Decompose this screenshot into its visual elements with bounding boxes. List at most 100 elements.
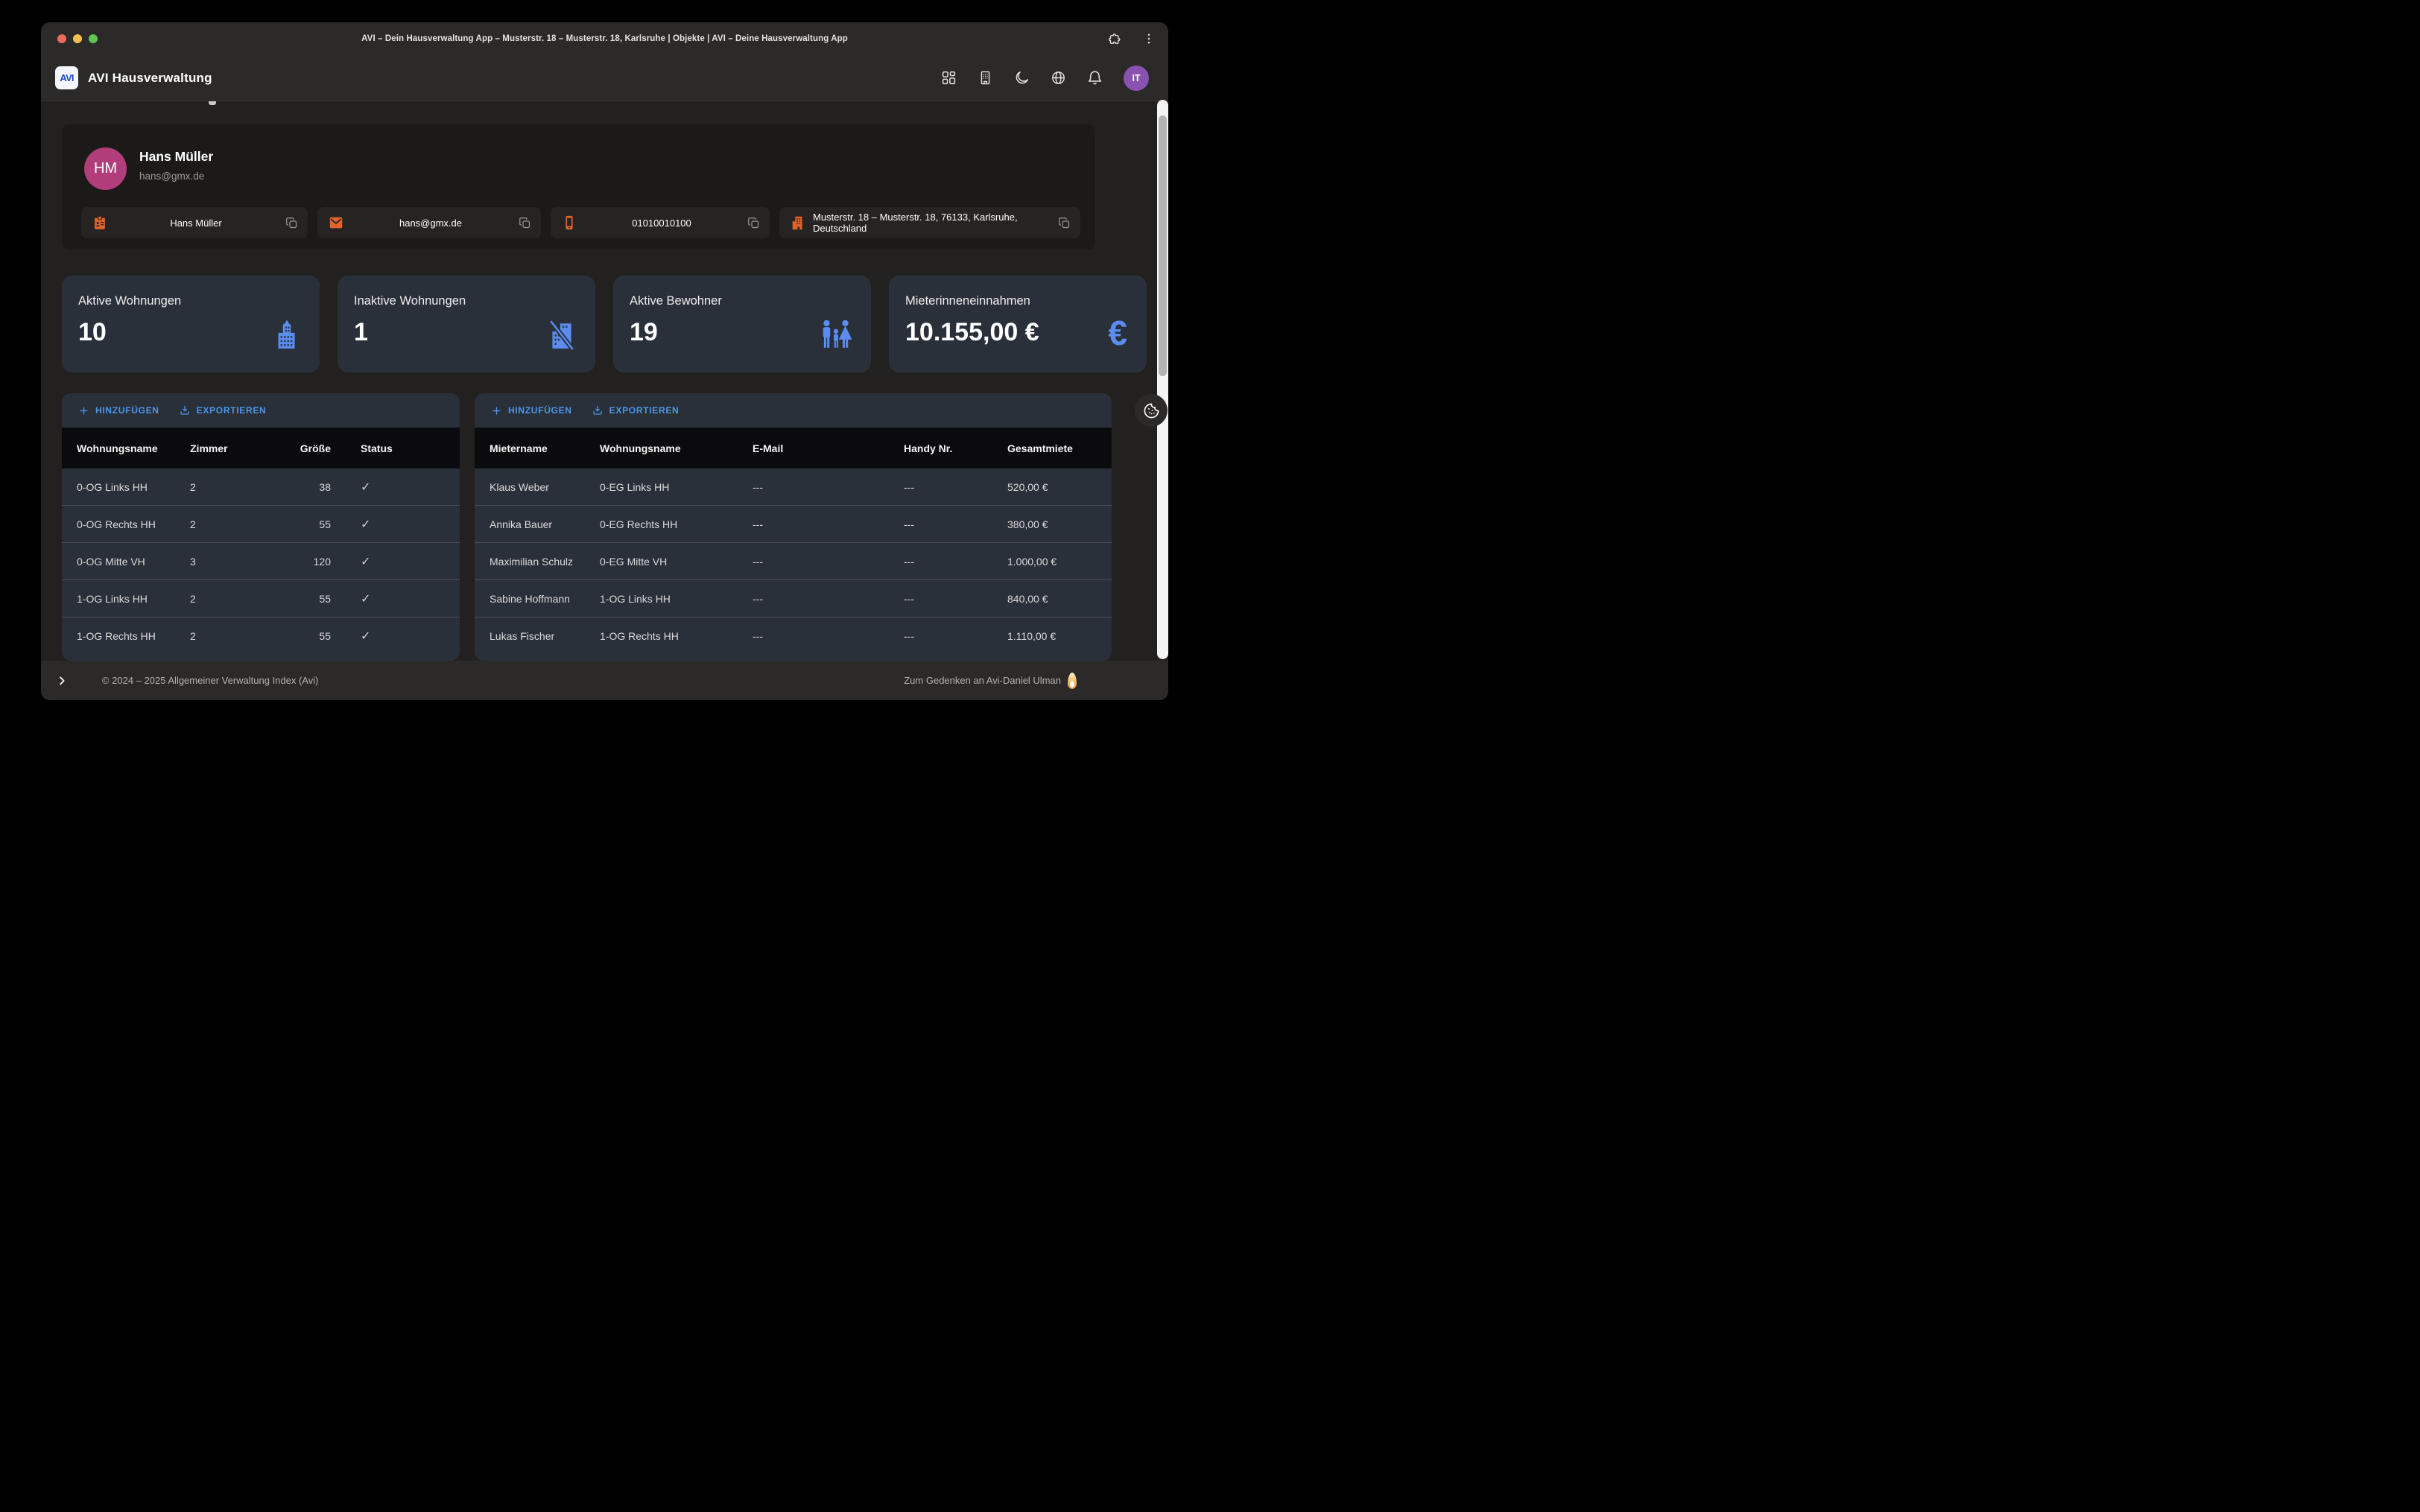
apartment-row[interactable]: 1-OG Links HH 2 55 ✓ xyxy=(62,580,460,617)
tenant-row[interactable]: Klaus Weber 0-EG Links HH --- --- 520,00… xyxy=(475,468,1112,506)
memorial-text: Zum Gedenken an Avi-Daniel Ulman xyxy=(904,675,1061,686)
contact-chip-phone: 01010010100 xyxy=(551,207,770,238)
apartment-size: 55 xyxy=(273,593,331,605)
check-icon: ✓ xyxy=(331,517,445,532)
tenant-phone: --- xyxy=(904,556,1007,568)
copy-email-button[interactable] xyxy=(517,215,532,230)
plus-icon xyxy=(491,405,502,416)
candle-flame-icon xyxy=(1068,673,1077,689)
window-controls xyxy=(57,34,98,43)
expand-chevron-icon[interactable] xyxy=(53,672,71,690)
column-header: Größe xyxy=(273,442,331,454)
export-apartments-button[interactable]: EXPORTIEREN xyxy=(179,404,267,416)
check-icon: ✓ xyxy=(331,480,445,495)
tenant-row[interactable]: Sabine Hoffmann 1-OG Links HH --- --- 84… xyxy=(475,580,1112,617)
copy-address-button[interactable] xyxy=(1057,215,1071,230)
apartment-row[interactable]: 0-OG Mitte VH 3 120 ✓ xyxy=(62,543,460,580)
contact-chip-email: hans@gmx.de xyxy=(317,207,541,238)
tenant-row[interactable]: Maximilian Schulz 0-EG Mitte VH --- --- … xyxy=(475,543,1112,580)
apartments-panel: HINZUFÜGEN EXPORTIEREN Wohnungsname Zimm… xyxy=(62,393,460,661)
column-header: Zimmer xyxy=(190,442,273,454)
owner-name: Hans Müller xyxy=(139,149,213,165)
extensions-puzzle-icon[interactable] xyxy=(1107,31,1123,47)
contact-chip-name: Hans Müller xyxy=(81,207,308,238)
apartment-name: 1-OG Rechts HH xyxy=(77,630,190,642)
contact-name-value: Hans Müller xyxy=(108,217,284,229)
browser-menu-kebab-icon[interactable] xyxy=(1141,31,1156,47)
family-icon xyxy=(819,317,853,350)
tenant-row[interactable]: Lukas Fischer 1-OG Rechts HH --- --- 1.1… xyxy=(475,617,1112,655)
check-icon: ✓ xyxy=(331,591,445,606)
apartment-rooms: 3 xyxy=(190,556,273,568)
apartment-rooms: 2 xyxy=(190,630,273,642)
app-header: AVI AVI Hausverwaltung xyxy=(41,55,1168,101)
tenant-rent: 1.110,00 € xyxy=(1007,630,1097,642)
scrollbar-track[interactable] xyxy=(1157,100,1168,659)
copy-icon xyxy=(285,217,298,229)
stat-label: Aktive Wohnungen xyxy=(78,294,181,308)
copy-phone-button[interactable] xyxy=(746,215,761,230)
apartment-row[interactable]: 1-OG Rechts HH 2 55 ✓ xyxy=(62,617,460,655)
apartment-rooms: 2 xyxy=(190,593,273,605)
browser-titlebar: AVI – Dein Hausverwaltung App – Musterst… xyxy=(41,22,1168,55)
add-tenant-button[interactable]: HINZUFÜGEN xyxy=(491,405,572,416)
tenants-panel: HINZUFÜGEN EXPORTIEREN Mietername Wohnun… xyxy=(475,393,1112,661)
mail-icon xyxy=(328,215,344,231)
apartment-size: 55 xyxy=(273,630,331,642)
tab-title: AVI – Dein Hausverwaltung App – Musterst… xyxy=(361,34,848,43)
column-header: Gesamtmiete xyxy=(1007,442,1097,454)
user-avatar[interactable]: IT xyxy=(1124,66,1149,91)
apartment-size: 120 xyxy=(273,556,331,568)
copy-name-button[interactable] xyxy=(284,215,299,230)
tenant-email: --- xyxy=(753,481,904,493)
tenant-rent: 1.000,00 € xyxy=(1007,556,1097,568)
stat-card-inactive-apartments: Inaktive Wohnungen 1 xyxy=(338,276,595,372)
tenant-name: Sabine Hoffmann xyxy=(490,593,600,605)
tenant-rent: 380,00 € xyxy=(1007,518,1097,530)
apartment-row[interactable]: 0-OG Links HH 2 38 ✓ xyxy=(62,468,460,506)
stat-card-active-residents: Aktive Bewohner 19 xyxy=(613,276,871,372)
tenant-apartment: 1-OG Links HH xyxy=(600,593,753,605)
apartment-name: 1-OG Links HH xyxy=(77,593,190,605)
apartment-row[interactable]: 0-OG Rechts HH 2 55 ✓ xyxy=(62,506,460,543)
column-header: Status xyxy=(331,442,445,454)
export-tenants-button[interactable]: EXPORTIEREN xyxy=(592,404,680,416)
owner-contact-card: HM Hans Müller hans@gmx.de Hans Müller xyxy=(62,124,1095,250)
stat-label: Inaktive Wohnungen xyxy=(354,294,466,308)
cookie-settings-button[interactable] xyxy=(1135,394,1168,427)
apartment-size: 38 xyxy=(273,481,331,493)
close-window-button[interactable] xyxy=(57,34,66,43)
apartment-name: 0-OG Rechts HH xyxy=(77,518,190,530)
stat-card-rent-income: Mieterinneneinnahmen 10.155,00 € € xyxy=(889,276,1147,372)
add-apartment-button[interactable]: HINZUFÜGEN xyxy=(78,405,159,416)
scrollbar-thumb[interactable] xyxy=(1159,115,1167,376)
check-icon: ✓ xyxy=(331,554,445,569)
building-icon[interactable] xyxy=(978,70,993,86)
check-icon: ✓ xyxy=(331,629,445,644)
stat-value: 1 xyxy=(354,318,368,347)
notifications-bell-icon[interactable] xyxy=(1087,70,1103,86)
column-header: Wohnungsname xyxy=(77,442,190,454)
page-content: HM Hans Müller hans@gmx.de Hans Müller xyxy=(41,101,1168,700)
tenant-phone: --- xyxy=(904,518,1007,530)
column-header: Mietername xyxy=(490,442,600,454)
copy-icon xyxy=(519,217,531,229)
stat-card-active-apartments: Aktive Wohnungen 10 xyxy=(62,276,320,372)
cookie-icon xyxy=(1143,402,1160,419)
tenant-apartment: 0-EG Mitte VH xyxy=(600,556,753,568)
dashboard-icon[interactable] xyxy=(941,70,957,86)
minimize-window-button[interactable] xyxy=(73,34,82,43)
tenant-phone: --- xyxy=(904,481,1007,493)
tenant-apartment: 1-OG Rechts HH xyxy=(600,630,753,642)
tenant-email: --- xyxy=(753,630,904,642)
app-logo[interactable]: AVI xyxy=(55,66,78,89)
dark-mode-moon-icon[interactable] xyxy=(1014,70,1030,86)
apartment-size: 55 xyxy=(273,518,331,530)
download-icon xyxy=(592,404,604,416)
tenant-rent: 840,00 € xyxy=(1007,593,1097,605)
tenant-row[interactable]: Annika Bauer 0-EG Rechts HH --- --- 380,… xyxy=(475,506,1112,543)
clipped-scrolled-element xyxy=(209,101,216,105)
app-name: AVI Hausverwaltung xyxy=(88,71,212,86)
zoom-window-button[interactable] xyxy=(89,34,98,43)
language-globe-icon[interactable] xyxy=(1051,70,1066,86)
